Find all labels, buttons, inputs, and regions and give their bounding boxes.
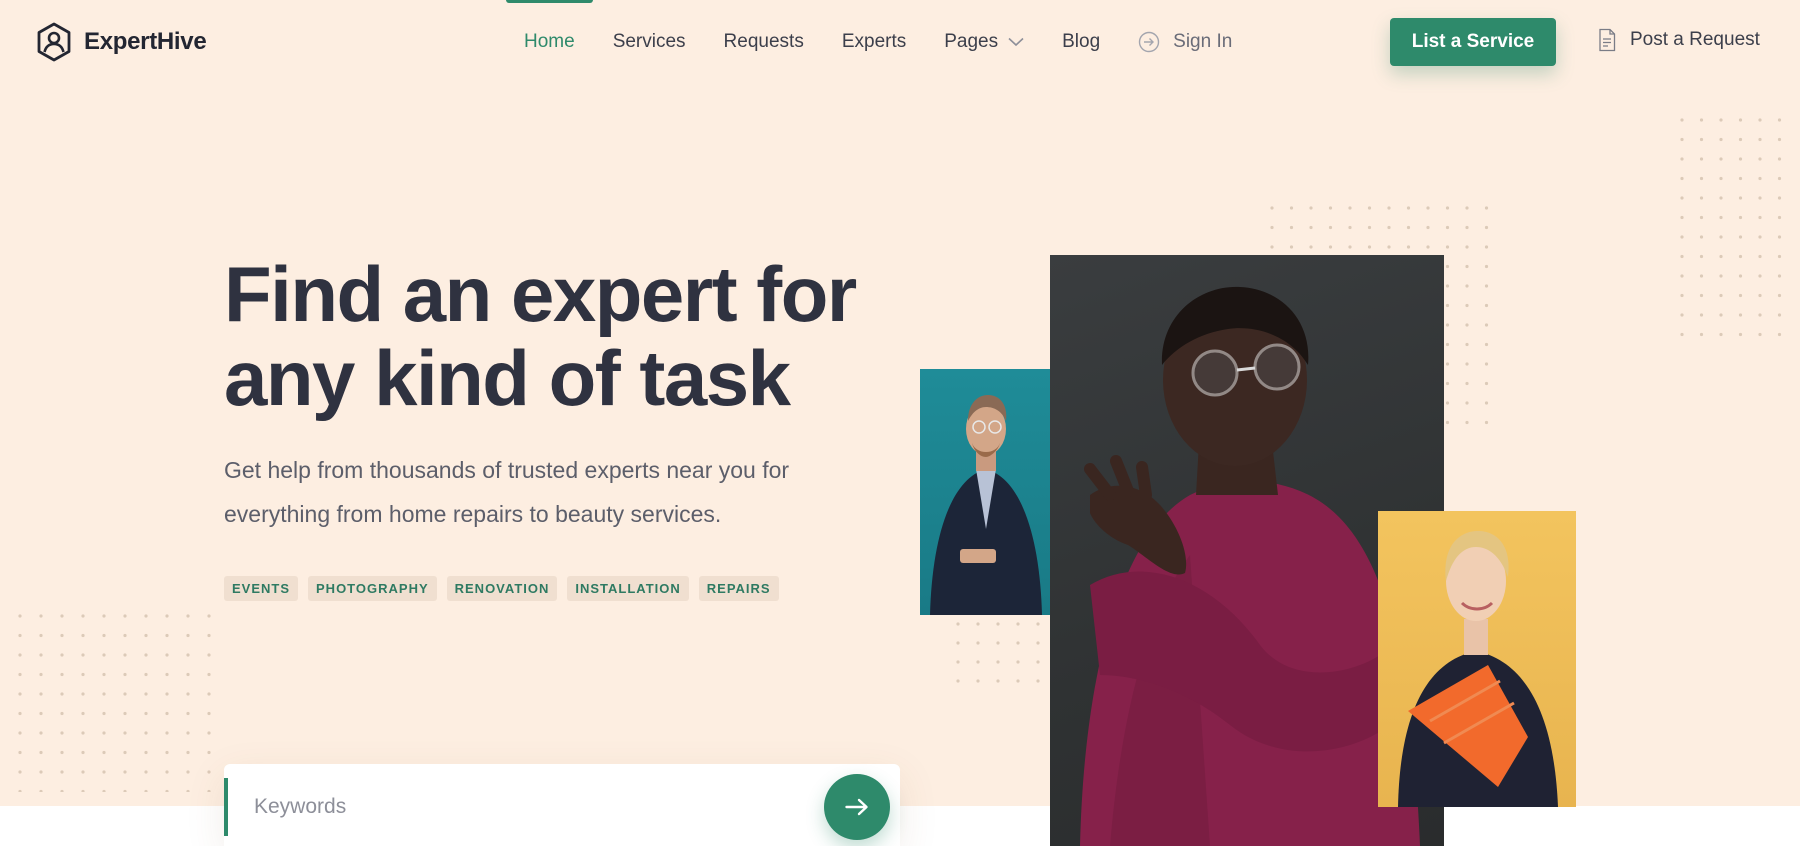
hero-headline: Find an expert for any kind of task <box>224 252 904 420</box>
nav-item-requests[interactable]: Requests <box>724 0 804 84</box>
sign-in-label: Sign In <box>1173 31 1233 52</box>
nav-item-services[interactable]: Services <box>613 0 686 84</box>
sign-in-icon <box>1138 31 1160 53</box>
main-nav: Home Services Requests Experts Pages Blo… <box>506 0 1270 84</box>
tag-photography[interactable]: PHOTOGRAPHY <box>308 576 437 601</box>
brand-name: ExpertHive <box>84 28 207 55</box>
hero-headline-line-1: Find an expert for <box>224 250 857 338</box>
nav-item-pages[interactable]: Pages <box>944 0 1024 84</box>
nav-item-experts[interactable]: Experts <box>842 0 906 84</box>
sign-in-link[interactable]: Sign In <box>1138 0 1232 84</box>
search-submit-button[interactable] <box>824 774 890 840</box>
chevron-down-icon <box>1008 37 1024 47</box>
nav-item-blog[interactable]: Blog <box>1062 0 1100 84</box>
search-box <box>224 764 900 846</box>
tag-repairs[interactable]: REPAIRS <box>698 576 779 601</box>
search-accent-bar <box>224 778 228 836</box>
expert-photo-right <box>1378 511 1576 807</box>
dots-decoration-center-bottom <box>954 620 1054 690</box>
tag-events[interactable]: EVENTS <box>224 576 299 601</box>
tag-installation[interactable]: INSTALLATION <box>567 576 689 601</box>
list-a-service-button[interactable]: List a Service <box>1390 18 1556 66</box>
post-a-request-link[interactable]: Post a Request <box>1598 28 1760 52</box>
tag-renovation[interactable]: RENOVATION <box>446 576 558 601</box>
category-tags: EVENTS PHOTOGRAPHY RENOVATION INSTALLATI… <box>224 576 779 601</box>
nav-item-pages-label: Pages <box>944 31 999 52</box>
hero-headline-line-2: any kind of task <box>224 334 791 422</box>
arrow-right-icon <box>845 798 868 816</box>
keywords-search-input[interactable] <box>252 788 816 826</box>
document-icon <box>1599 28 1616 52</box>
nav-item-home[interactable]: Home <box>506 0 593 84</box>
dots-decoration-top-right <box>1678 116 1788 346</box>
logo-icon <box>37 22 71 62</box>
dots-decoration-left <box>16 612 216 792</box>
man-in-suit-illustration <box>930 395 1042 615</box>
woman-with-folder-illustration <box>1398 531 1558 807</box>
hero-subtext: Get help from thousands of trusted exper… <box>224 448 864 536</box>
hero-subtext-line-1: Get help from thousands of trusted exper… <box>224 457 790 483</box>
brand-logo[interactable]: ExpertHive <box>36 22 207 62</box>
site-header: ExpertHive Home Services Requests Expert… <box>0 0 1800 84</box>
expert-photo-left <box>920 369 1050 615</box>
post-a-request-label: Post a Request <box>1630 29 1760 50</box>
hero-subtext-line-2: everything from home repairs to beauty s… <box>224 501 722 527</box>
